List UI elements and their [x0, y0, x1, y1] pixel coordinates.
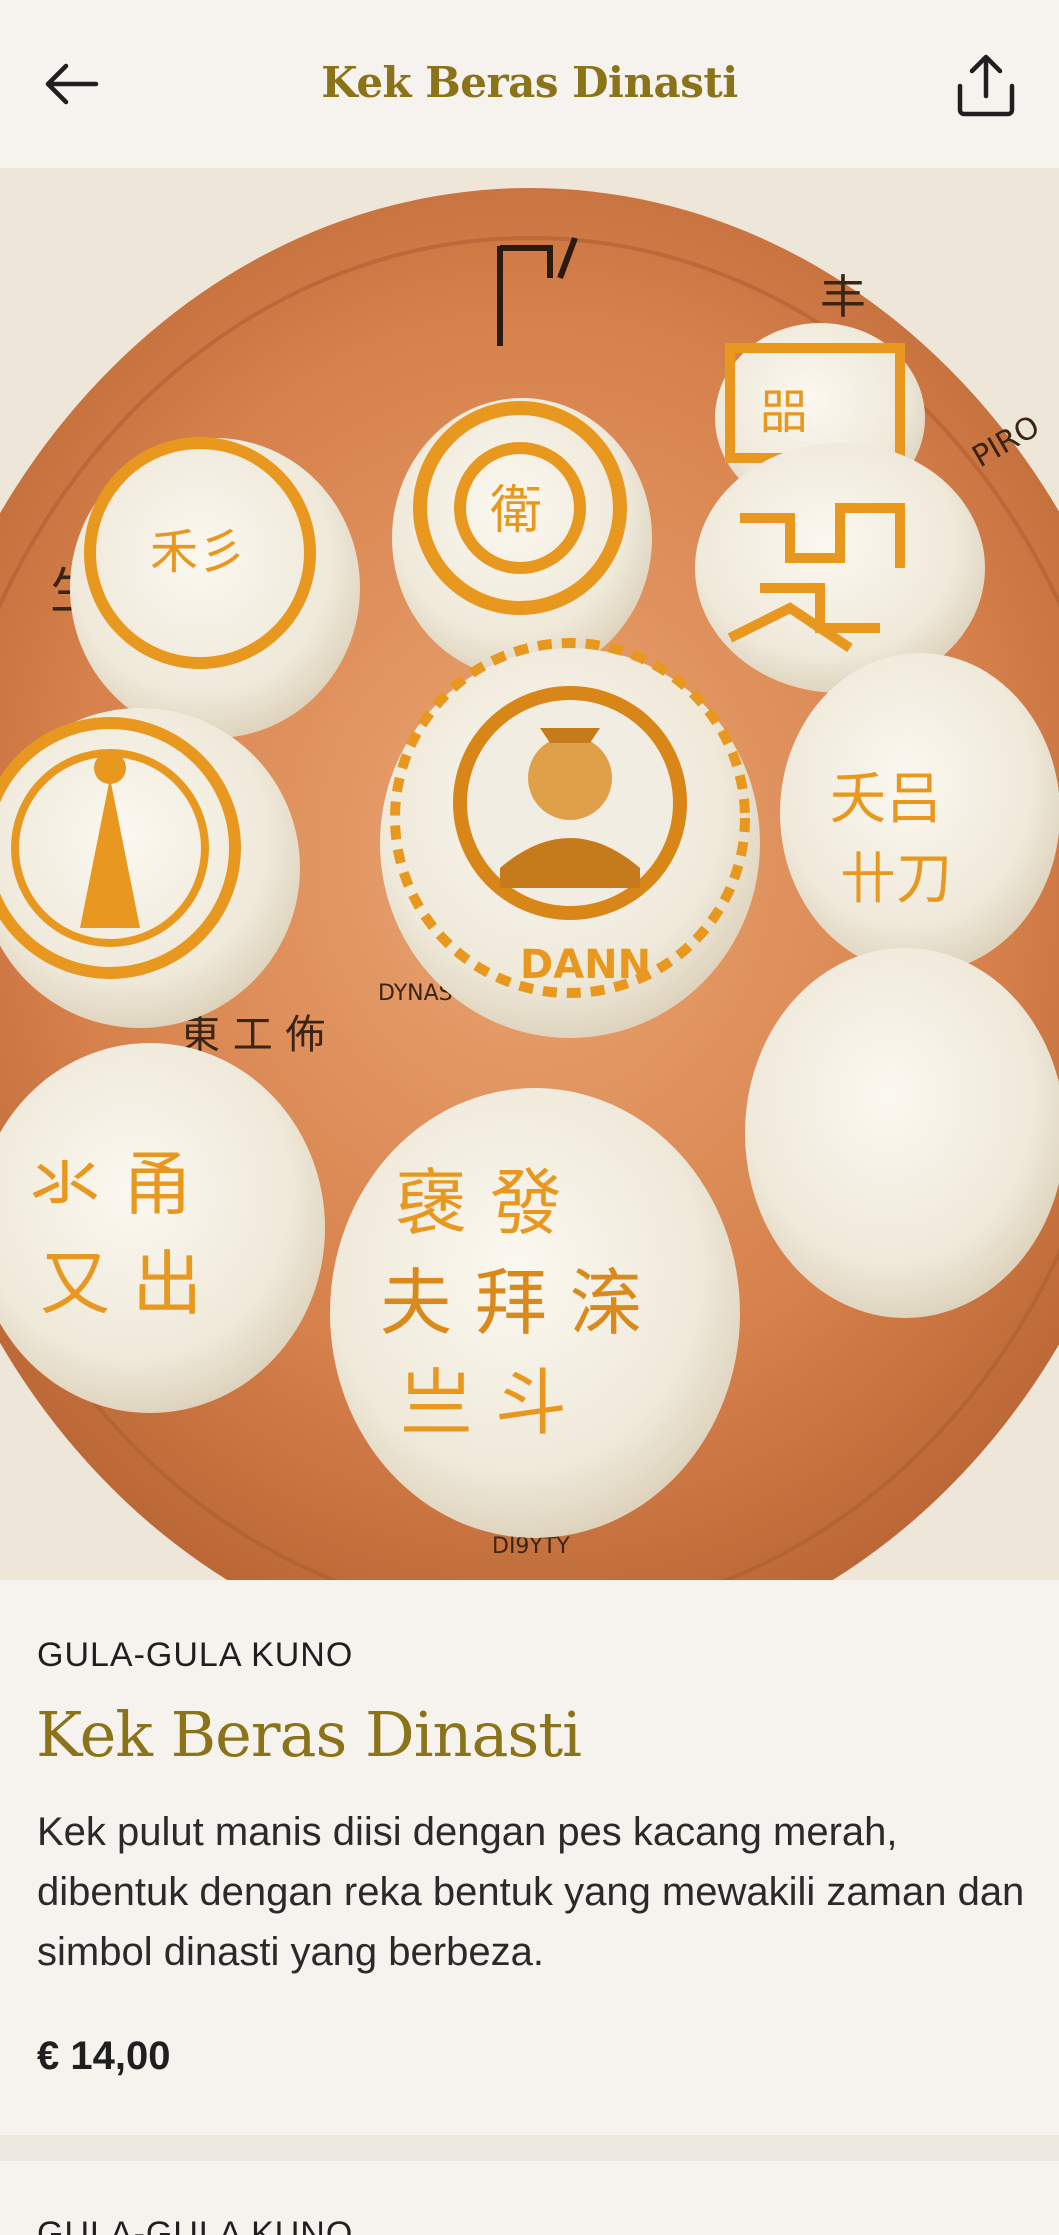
svg-text:夫 拜 㳿: 夫 拜 㳿: [380, 1261, 642, 1345]
rice-cake: 夭吕 卄刀: [780, 653, 1059, 973]
svg-text:卄刀: 卄刀: [840, 847, 952, 912]
top-app-bar: Kek Beras Dinasti: [0, 0, 1059, 168]
svg-text:亗 斗: 亗 斗: [400, 1361, 567, 1445]
svg-text:㗊: 㗊: [760, 384, 808, 440]
svg-text:夭吕: 夭吕: [830, 767, 942, 832]
svg-text:丰: 丰: [820, 270, 866, 324]
product-title: Kek Beras Dinasti: [36, 1698, 582, 1771]
page-title: Kek Beras Dinasti: [321, 58, 738, 107]
product-description: Kek pulut manis diisi dengan pes kacang …: [37, 1810, 1025, 1974]
svg-text:襃 發: 襃 發: [395, 1161, 562, 1245]
rice-cake: [745, 948, 1059, 1318]
share-button[interactable]: [952, 52, 1020, 120]
rice-cake: 禾彡: [70, 437, 360, 738]
next-product-card[interactable]: GULA-GULA KUNO: [0, 2161, 1059, 2235]
rice-cake: 衛: [392, 398, 652, 678]
rice-cakes-illustration: 乐 生 丰 PIRO 東 工 佈 DYNASTY DI9YTY 禾彡 衛 㗊: [0, 168, 1059, 1580]
rice-cake: DANN: [380, 638, 760, 1038]
svg-text:東 工 佈: 東 工 佈: [180, 1012, 325, 1058]
share-icon: [957, 54, 1015, 117]
svg-text:氺 甬: 氺 甬: [30, 1143, 192, 1225]
product-info: GULA-GULA KUNO Kek Beras Dinasti Kek pul…: [0, 1580, 1059, 2135]
rice-cake: 襃 發 夫 拜 㳿 亗 斗: [330, 1088, 740, 1538]
cake-label-text: DANN: [520, 942, 651, 988]
product-category: GULA-GULA KUNO: [37, 1636, 354, 1674]
svg-text:禾彡: 禾彡: [150, 524, 246, 580]
product-photo: 乐 生 丰 PIRO 東 工 佈 DYNASTY DI9YTY 禾彡 衛 㗊: [0, 168, 1059, 1580]
product-price: € 14,00: [37, 2034, 171, 2078]
section-divider: [0, 2135, 1059, 2161]
next-product-category: GULA-GULA KUNO: [37, 2215, 354, 2235]
svg-text:衛: 衛: [490, 481, 542, 541]
svg-text:又 出: 又 出: [40, 1243, 202, 1325]
